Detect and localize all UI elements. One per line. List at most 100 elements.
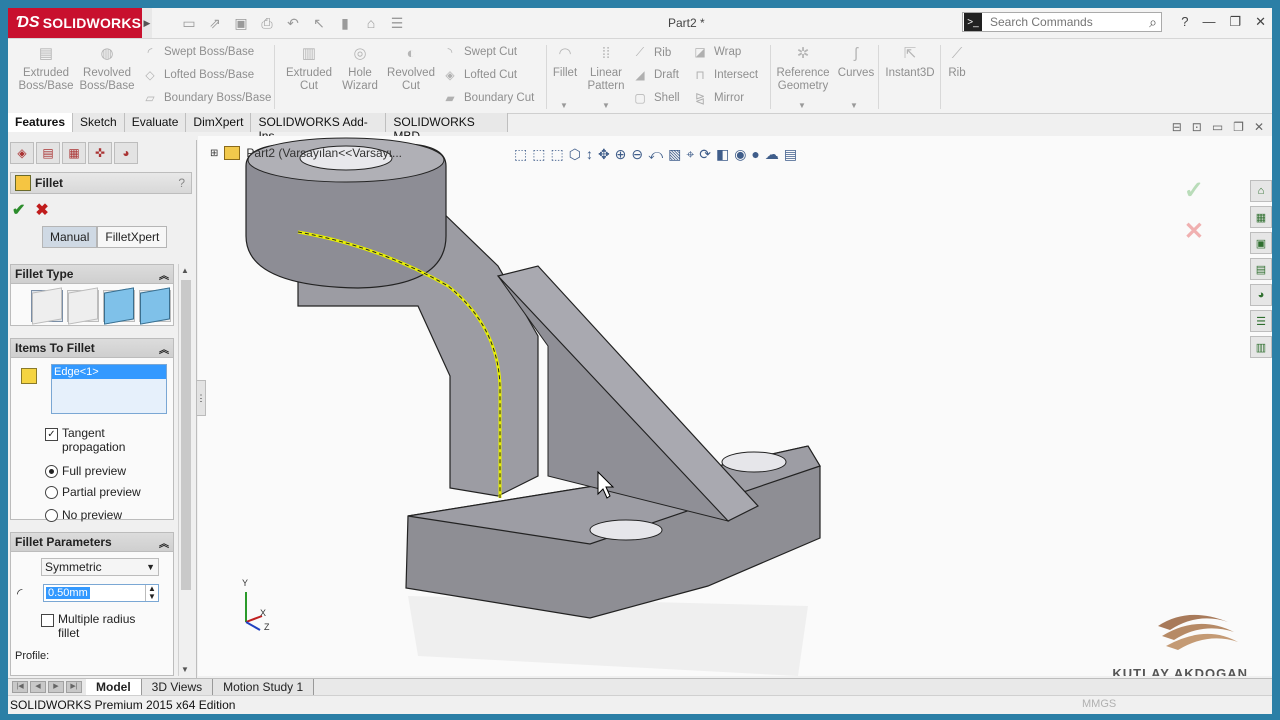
- appearance-icon[interactable]: ●: [751, 146, 759, 163]
- resources-icon[interactable]: ▦: [1250, 206, 1272, 228]
- search-input[interactable]: [988, 14, 1132, 30]
- zoom-area-icon[interactable]: ⊖: [631, 146, 643, 163]
- file-explorer-icon[interactable]: ▤: [1250, 258, 1272, 280]
- fillet-type-header[interactable]: Fillet Type ︽: [11, 265, 173, 284]
- help-button[interactable]: ?: [178, 176, 185, 190]
- next-tab-icon[interactable]: ▶: [48, 681, 64, 693]
- edges-selection-list[interactable]: Edge<1>: [51, 364, 167, 414]
- feature-manager-tab-icon[interactable]: ◈: [10, 142, 34, 164]
- ok-check-icon[interactable]: ✔: [12, 200, 25, 220]
- cancel-x-icon[interactable]: ✖: [35, 200, 48, 220]
- view-palette-icon[interactable]: ▥: [1250, 336, 1272, 358]
- rotate-icon[interactable]: ⟳: [699, 146, 711, 163]
- cascade-icon[interactable]: ⊡: [1192, 120, 1202, 134]
- wrap-button[interactable]: ◪ Wrap: [692, 45, 741, 59]
- rebuild-icon[interactable]: ▮: [334, 12, 356, 34]
- tangent-propagation-checkbox[interactable]: ✓ Tangent propagation: [11, 426, 173, 454]
- view-cube-icon[interactable]: ⬚: [514, 146, 527, 163]
- appearances-icon[interactable]: ◕: [1250, 284, 1272, 306]
- partial-preview-radio[interactable]: Partial preview: [11, 485, 173, 499]
- tab-dimxpert[interactable]: DimXpert: [186, 113, 252, 132]
- confirm-ok-icon[interactable]: ✓: [1184, 176, 1204, 205]
- reference-geometry-dropdown-icon[interactable]: ▼: [798, 101, 806, 110]
- tab-features[interactable]: Features: [8, 113, 74, 132]
- display-style-icon[interactable]: ◧: [716, 146, 729, 163]
- lofted-boss-button[interactable]: ◇ Lofted Boss/Base: [142, 68, 254, 82]
- radio-selected-icon[interactable]: [45, 464, 58, 478]
- fillet-method-select[interactable]: Symmetric ▼: [41, 558, 159, 576]
- minimize-icon[interactable]: —: [1202, 14, 1215, 30]
- print-icon[interactable]: ⎙: [256, 12, 278, 34]
- close-icon[interactable]: ✕: [1255, 14, 1266, 30]
- full-preview-radio[interactable]: Full preview: [11, 464, 173, 478]
- boundary-cut-button[interactable]: ▰ Boundary Cut: [442, 91, 534, 105]
- tab-mbd[interactable]: SOLIDWORKS MBD: [386, 113, 508, 143]
- checkbox-icon[interactable]: [41, 614, 54, 627]
- curves-button[interactable]: ʃ Curves: [836, 45, 876, 80]
- expand-tree-icon[interactable]: ⊞: [210, 148, 218, 159]
- mirror-button[interactable]: ⧎ Mirror: [692, 91, 744, 105]
- rib-button[interactable]: ⟋ Rib: [632, 45, 671, 60]
- tab-3d-views[interactable]: 3D Views: [141, 679, 214, 695]
- tab-motion-study[interactable]: Motion Study 1: [213, 679, 315, 695]
- prev-tab-icon[interactable]: ◀: [30, 681, 46, 693]
- curves-dropdown-icon[interactable]: ▼: [850, 101, 858, 110]
- save-icon[interactable]: ▣: [230, 12, 252, 34]
- manual-tab[interactable]: Manual: [42, 226, 98, 248]
- view-cube3-icon[interactable]: ⬚: [550, 146, 563, 163]
- face-fillet-button[interactable]: [103, 287, 135, 325]
- params-header[interactable]: Fillet Parameters ︽: [11, 533, 173, 552]
- feature-tree-flyout[interactable]: ⊞ Part2 (Varsayılan<<Varsayı...: [210, 146, 402, 160]
- full-round-fillet-button[interactable]: [139, 287, 171, 325]
- extruded-cut-button[interactable]: ▥ Extruded Cut: [280, 45, 338, 93]
- view-cube2-icon[interactable]: ⬚: [532, 146, 545, 163]
- scroll-down-icon[interactable]: ▼: [181, 665, 189, 674]
- view-settings-icon[interactable]: ▤: [784, 146, 797, 163]
- previous-view-icon[interactable]: ⤺: [648, 146, 663, 163]
- variable-size-fillet-button[interactable]: [67, 287, 99, 325]
- tile-icon[interactable]: ⊟: [1172, 120, 1182, 134]
- intersect-button[interactable]: ⊓ Intersect: [692, 68, 758, 82]
- radius-input[interactable]: 0.50mm ▲ ▼: [43, 584, 159, 602]
- fillet-dropdown-icon[interactable]: ▼: [560, 101, 568, 110]
- extruded-boss-button[interactable]: ▤ Extruded Boss/Base: [16, 45, 76, 93]
- design-library-icon[interactable]: ▣: [1250, 232, 1272, 254]
- constant-size-fillet-button[interactable]: [31, 287, 63, 325]
- checkbox-checked-icon[interactable]: ✓: [45, 428, 58, 441]
- graphics-area[interactable]: ⊞ Part2 (Varsayılan<<Varsayı... ⬚ ⬚ ⬚ ⬡ …: [198, 136, 1272, 676]
- zoom-to-fit-icon[interactable]: ⊕: [615, 146, 627, 163]
- menu-expand-arrow[interactable]: ▶: [142, 8, 152, 38]
- swept-boss-button[interactable]: ◜ Swept Boss/Base: [142, 45, 254, 59]
- revolved-cut-button[interactable]: ◐ Revolved Cut: [384, 45, 438, 93]
- dynamic-annotation-icon[interactable]: ⌖: [686, 146, 694, 163]
- draft-button[interactable]: ◢ Draft: [632, 68, 679, 82]
- home-icon[interactable]: ⌂: [1250, 180, 1272, 202]
- first-tab-icon[interactable]: |◀: [12, 681, 28, 693]
- instant3d-button[interactable]: ⇱ Instant3D: [882, 45, 938, 80]
- tab-addins[interactable]: SOLIDWORKS Add-Ins: [251, 113, 387, 143]
- normal-to-icon[interactable]: ↕: [586, 146, 593, 163]
- tab-sketch[interactable]: Sketch: [73, 113, 125, 132]
- new-document-icon[interactable]: ▭: [178, 12, 200, 34]
- confirm-cancel-icon[interactable]: ✕: [1184, 217, 1204, 246]
- swept-cut-button[interactable]: ◝ Swept Cut: [442, 45, 517, 59]
- boundary-boss-button[interactable]: ▱ Boundary Boss/Base: [142, 91, 271, 105]
- display-manager-tab-icon[interactable]: ◕: [114, 142, 138, 164]
- tab-model[interactable]: Model: [86, 679, 142, 695]
- multiple-radius-checkbox[interactable]: Multiple radius fillet: [11, 612, 173, 640]
- options-icon[interactable]: ☰: [386, 12, 408, 34]
- hide-show-icon[interactable]: ◉: [734, 146, 746, 163]
- scrollbar-thumb[interactable]: [181, 280, 191, 590]
- rib-large-button[interactable]: ⟋ Rib: [944, 45, 970, 80]
- items-header[interactable]: Items To Fillet ︽: [11, 339, 173, 358]
- spin-arrows-icon[interactable]: ▲ ▼: [145, 585, 158, 601]
- property-manager-tab-icon[interactable]: ▤: [36, 142, 60, 164]
- dimxpert-manager-tab-icon[interactable]: ✜: [88, 142, 112, 164]
- unit-system[interactable]: MMGS: [1082, 698, 1116, 710]
- collapse-icon[interactable]: ︽: [159, 535, 169, 550]
- configuration-manager-tab-icon[interactable]: ▦: [62, 142, 86, 164]
- doc-restore-icon[interactable]: ❐: [1233, 120, 1244, 134]
- view-orientation-icon[interactable]: ⬡: [569, 146, 581, 163]
- radio-icon[interactable]: [45, 508, 58, 522]
- last-tab-icon[interactable]: ▶|: [66, 681, 82, 693]
